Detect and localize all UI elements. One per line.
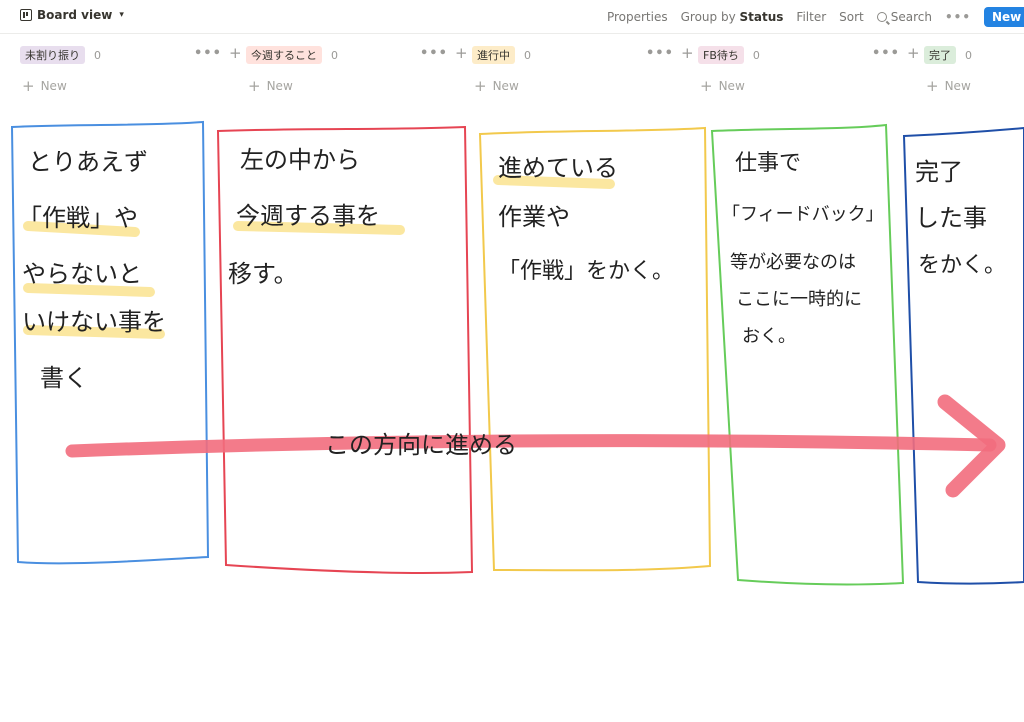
new-button[interactable]: New bbox=[984, 7, 1024, 27]
note-line: 書く bbox=[40, 364, 88, 392]
note-line: 作業や bbox=[498, 203, 570, 231]
search-icon bbox=[876, 12, 887, 22]
note-line: 進めている bbox=[498, 154, 618, 182]
note-line: をかく。 bbox=[918, 253, 1006, 278]
new-card-label: New bbox=[944, 79, 971, 93]
handwritten-annotation-layer: とりあえず 「作戦」や やらないと いけない事を 書く 左の中から 今週する事を… bbox=[10, 120, 1024, 586]
note-line: いけない事を bbox=[22, 308, 166, 336]
column-header-in-progress[interactable]: 進行中 0 bbox=[472, 45, 531, 65]
note-line: おく。 bbox=[742, 326, 796, 347]
search-label: Search bbox=[890, 10, 932, 24]
arrow-label: この方向に進める bbox=[325, 431, 517, 459]
column-header-waiting-feedback[interactable]: FB待ち 0 bbox=[698, 45, 760, 65]
new-card-button[interactable]: + New bbox=[474, 77, 519, 95]
status-tag: 未割り振り bbox=[20, 46, 85, 64]
search-button[interactable]: Search bbox=[876, 10, 932, 24]
direction-arrow bbox=[65, 394, 1006, 498]
column-count: 0 bbox=[94, 48, 101, 62]
view-switcher[interactable]: Board view ▾ bbox=[20, 8, 124, 22]
column-count: 0 bbox=[752, 48, 760, 62]
column-more-button[interactable]: ••• bbox=[646, 46, 674, 61]
note-line: 仕事で bbox=[735, 151, 801, 176]
column-outline-red bbox=[216, 125, 474, 574]
column-add-button[interactable]: + bbox=[681, 46, 694, 61]
note-line: やらないと bbox=[22, 260, 142, 288]
plus-icon: + bbox=[22, 77, 35, 95]
column-outline-yellow bbox=[478, 126, 712, 572]
group-by-button[interactable]: Group by Status bbox=[681, 10, 784, 24]
note-line: した事 bbox=[915, 204, 987, 232]
note-line: 今週する事を bbox=[236, 202, 380, 230]
new-card-button[interactable]: + New bbox=[248, 77, 293, 95]
note-line: 完了 bbox=[915, 158, 963, 186]
column-actions: ••• + bbox=[194, 46, 242, 62]
column-actions: ••• + bbox=[872, 46, 920, 62]
new-card-label: New bbox=[266, 79, 293, 93]
chevron-down-icon: ▾ bbox=[119, 10, 124, 20]
status-tag: FB待ち bbox=[698, 46, 744, 64]
column-more-button[interactable]: ••• bbox=[194, 46, 222, 61]
column-more-button[interactable]: ••• bbox=[420, 46, 448, 61]
group-by-label: Group by bbox=[680, 10, 736, 24]
note-line: 左の中から bbox=[240, 146, 360, 174]
column-actions: ••• + bbox=[420, 46, 468, 62]
note-line: 「作戦」をかく。 bbox=[498, 259, 674, 284]
new-card-button[interactable]: + New bbox=[926, 77, 971, 95]
handwritten-text: とりあえず 「作戦」や やらないと いけない事を 書く 左の中から 今週する事を… bbox=[18, 146, 1006, 459]
plus-icon: + bbox=[248, 77, 261, 95]
column-outline-navy bbox=[902, 126, 1024, 585]
status-tag: 進行中 bbox=[472, 46, 515, 64]
board-view-icon bbox=[20, 9, 32, 21]
note-line: ここに一時的に bbox=[736, 289, 862, 310]
column-count: 0 bbox=[331, 48, 338, 62]
note-line: 移す。 bbox=[228, 260, 298, 288]
column-header-done[interactable]: 完了 0 bbox=[924, 45, 972, 65]
new-card-button[interactable]: + New bbox=[700, 77, 745, 95]
properties-button[interactable]: Properties bbox=[607, 10, 668, 24]
column-outline-blue bbox=[10, 120, 210, 565]
new-card-label: New bbox=[40, 79, 67, 93]
plus-icon: + bbox=[474, 77, 487, 95]
group-by-value: Status bbox=[739, 10, 784, 24]
new-card-button[interactable]: + New bbox=[22, 77, 67, 95]
column-header-this-week[interactable]: 今週すること 0 bbox=[246, 45, 338, 65]
column-outline-green bbox=[710, 123, 905, 586]
status-tag: 今週すること bbox=[246, 46, 322, 64]
column-count: 0 bbox=[524, 48, 531, 62]
toolbar: Board view ▾ Properties Group by Status … bbox=[0, 0, 1024, 34]
column-add-button[interactable]: + bbox=[455, 46, 468, 61]
column-add-button[interactable]: + bbox=[907, 46, 920, 61]
column-count: 0 bbox=[965, 48, 972, 62]
column-header-unassigned[interactable]: 未割り振り 0 bbox=[20, 45, 101, 65]
filter-button[interactable]: Filter bbox=[796, 10, 826, 24]
note-line: 「作戦」や bbox=[18, 204, 138, 232]
view-title: Board view bbox=[37, 8, 113, 22]
plus-icon: + bbox=[926, 77, 939, 95]
sort-button[interactable]: Sort bbox=[839, 10, 864, 24]
note-line: とりあえず bbox=[28, 148, 148, 176]
plus-icon: + bbox=[700, 77, 713, 95]
more-options-button[interactable]: ••• bbox=[945, 10, 971, 24]
new-card-label: New bbox=[718, 79, 745, 93]
new-card-label: New bbox=[492, 79, 519, 93]
note-line: 「フィードバック」 bbox=[722, 204, 884, 225]
toolbar-actions: Properties Group by Status Filter Sort S… bbox=[607, 7, 1024, 27]
column-more-button[interactable]: ••• bbox=[872, 46, 900, 61]
column-actions: ••• + bbox=[646, 46, 694, 62]
status-tag: 完了 bbox=[924, 46, 956, 64]
column-add-button[interactable]: + bbox=[229, 46, 242, 61]
note-line: 等が必要なのは bbox=[730, 252, 856, 273]
